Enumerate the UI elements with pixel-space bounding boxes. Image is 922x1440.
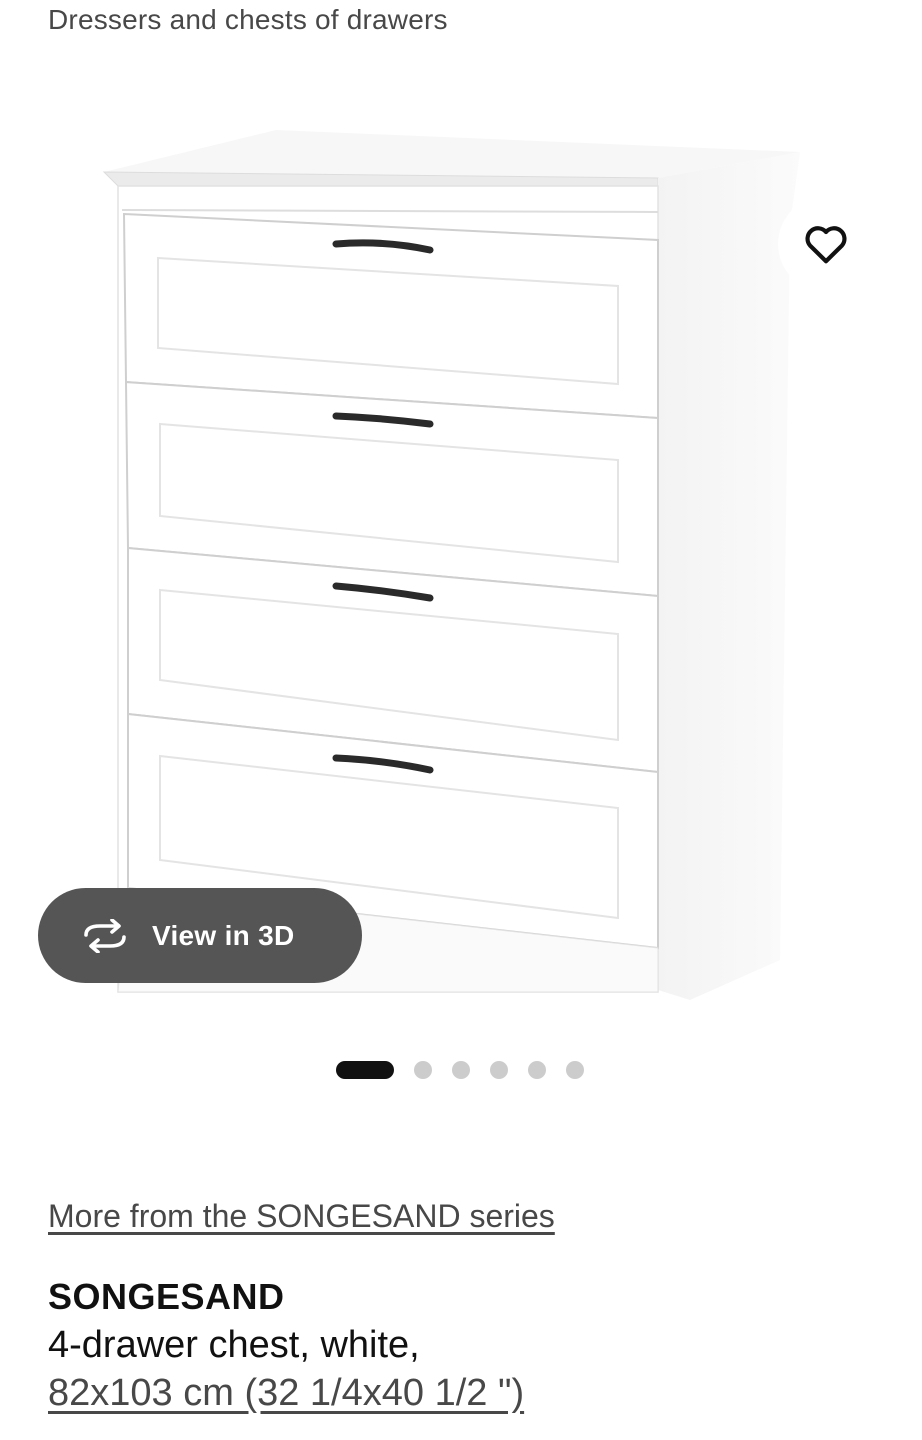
breadcrumb[interactable]: Dressers and chests of drawers bbox=[48, 4, 448, 36]
image-pagination bbox=[336, 1060, 604, 1080]
pagination-dot-4[interactable] bbox=[490, 1061, 508, 1079]
view-in-3d-button[interactable]: View in 3D bbox=[38, 888, 362, 983]
pagination-dot-2[interactable] bbox=[414, 1061, 432, 1079]
pagination-dot-6[interactable] bbox=[566, 1061, 584, 1079]
series-link[interactable]: More from the SONGESAND series bbox=[48, 1198, 555, 1235]
pagination-dot-1[interactable] bbox=[336, 1061, 394, 1079]
heart-icon bbox=[805, 226, 847, 264]
pagination-dot-3[interactable] bbox=[452, 1061, 470, 1079]
product-description: 4-drawer chest, white, bbox=[48, 1324, 420, 1366]
view-in-3d-label: View in 3D bbox=[152, 919, 295, 951]
product-gallery[interactable]: View in 3D bbox=[0, 60, 922, 1040]
product-name: SONGESAND bbox=[48, 1276, 285, 1317]
rotate-3d-icon bbox=[80, 918, 130, 953]
favorite-button[interactable] bbox=[778, 196, 874, 292]
pagination-dot-5[interactable] bbox=[528, 1061, 546, 1079]
product-size-link[interactable]: 82x103 cm (32 1/4x40 1/2 ") bbox=[48, 1372, 524, 1415]
